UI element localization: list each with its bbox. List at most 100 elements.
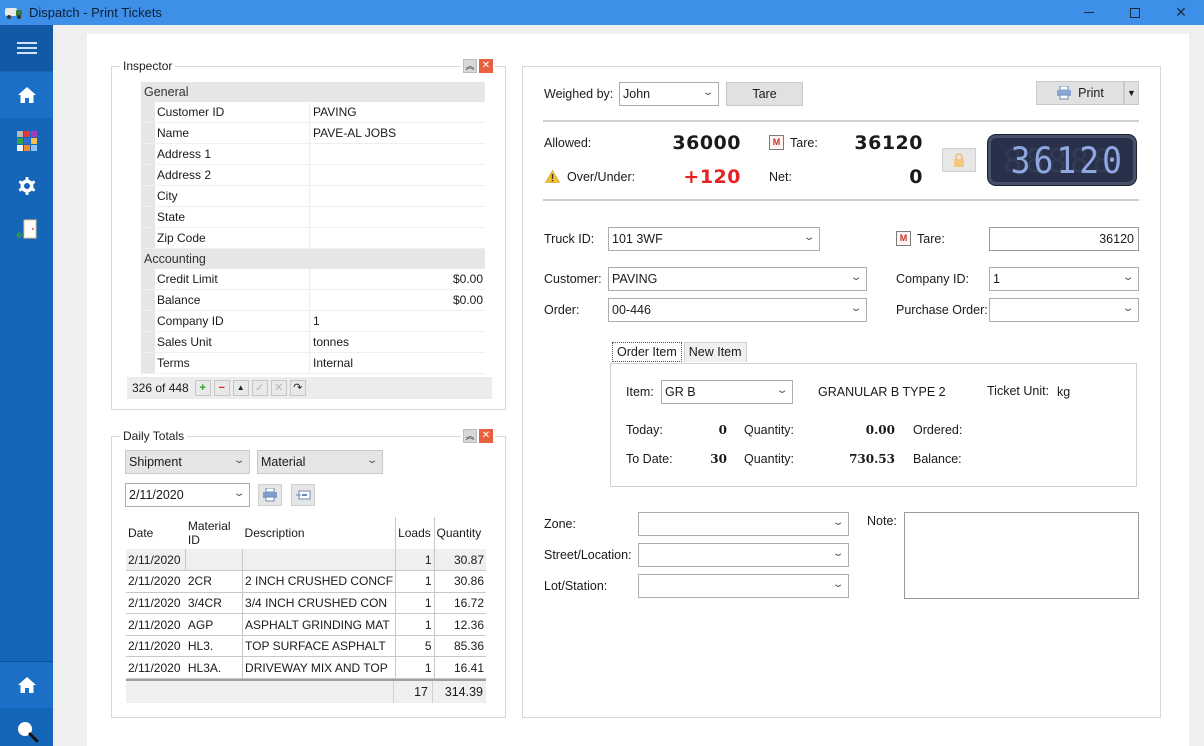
order-select[interactable]: 00-446 ⌄ <box>608 298 867 322</box>
property-value[interactable] <box>310 144 485 164</box>
total-loads: 17 <box>393 681 432 703</box>
tare-button[interactable]: Tare <box>726 82 803 106</box>
property-value[interactable]: tonnes <box>310 332 485 352</box>
delete-record-button[interactable]: − <box>213 380 230 396</box>
table-row[interactable]: 2/11/2020 HL3. TOP SURFACE ASPHALT 5 85.36 <box>126 635 486 658</box>
save-record-button[interactable]: ✓ <box>251 380 268 396</box>
sidebar-item-menu[interactable] <box>0 25 53 71</box>
to-date-quantity-value: 730.53 <box>849 452 895 466</box>
cancel-record-button[interactable]: ✕ <box>270 380 287 396</box>
refresh-record-button[interactable]: ↷ <box>289 380 306 396</box>
table-row[interactable]: 2/11/2020 1 30.87 <box>126 549 486 572</box>
property-value[interactable]: 1 <box>310 311 485 331</box>
inspector-collapse-button[interactable]: ︽ <box>463 59 477 73</box>
property-row[interactable]: Terms Internal <box>141 353 485 374</box>
ordered-label: Ordered: <box>913 423 963 437</box>
sidebar-item-home[interactable] <box>0 72 53 118</box>
lock-button[interactable] <box>942 148 976 172</box>
column-header-description[interactable]: Description <box>243 517 396 549</box>
color-grid-icon <box>16 131 37 151</box>
lot-station-select[interactable]: ⌄ <box>638 574 849 598</box>
item-select[interactable]: GR B ⌄ <box>661 380 793 404</box>
customer-label: Customer: <box>544 272 602 286</box>
property-row[interactable]: Address 1 <box>141 144 485 165</box>
edit-record-button[interactable]: ▲ <box>232 380 249 396</box>
column-header-quantity[interactable]: Quantity <box>434 517 486 549</box>
sidebar-item-settings[interactable] <box>0 163 53 209</box>
truck-id-select[interactable]: 101 3WF ⌄ <box>608 227 820 251</box>
ticket-unit-value: kg <box>1057 385 1071 399</box>
customer-select[interactable]: PAVING ⌄ <box>608 267 867 291</box>
tab-new-item[interactable]: New Item <box>683 342 747 362</box>
export-totals-button[interactable] <box>291 484 315 506</box>
property-grid: General Customer ID PAVING Name PAVE-AL JO… <box>141 82 485 374</box>
scale-reading: 36120 <box>1010 138 1125 182</box>
category-general[interactable]: General <box>141 82 485 102</box>
property-row[interactable]: Balance $0.00 <box>141 290 485 311</box>
column-header-loads[interactable]: Loads <box>395 517 435 549</box>
daily-totals-close-button[interactable]: ✕ <box>479 429 493 443</box>
property-key: Credit Limit <box>155 269 310 289</box>
sidebar-item-exit[interactable] <box>0 207 53 253</box>
close-button[interactable]: ✕ <box>1158 0 1204 25</box>
property-row[interactable]: Customer ID PAVING <box>141 102 485 123</box>
property-row[interactable]: Address 2 <box>141 165 485 186</box>
property-value[interactable]: $0.00 <box>310 269 485 289</box>
table-row[interactable]: 2/11/2020 2CR 2 INCH CRUSHED CONCF 1 30.86 <box>126 570 486 593</box>
ticket-unit-label: Ticket Unit: <box>987 384 1050 398</box>
group-by-select[interactable]: Shipment ⌄ <box>125 450 250 474</box>
property-row[interactable]: State <box>141 207 485 228</box>
property-value[interactable]: PAVING <box>310 102 485 122</box>
chevron-down-icon: ⌄ <box>1121 303 1135 314</box>
table-row[interactable]: 2/11/2020 3/4CR 3/4 INCH CRUSHED CON 1 16.72 <box>126 592 486 615</box>
total-quantity: 314.39 <box>432 681 486 703</box>
table-row[interactable]: 2/11/2020 HL3A. DRIVEWAY MIX AND TOP 1 16.41 <box>126 656 486 680</box>
print-button[interactable]: Print <box>1036 81 1124 105</box>
sidebar-item-search[interactable] <box>0 708 53 746</box>
company-id-select[interactable]: 1 ⌄ <box>989 267 1139 291</box>
property-value[interactable]: Internal <box>310 353 485 373</box>
zone-select[interactable]: ⌄ <box>638 512 849 536</box>
property-value[interactable]: $0.00 <box>310 290 485 310</box>
property-row[interactable]: Company ID 1 <box>141 311 485 332</box>
tab-order-item[interactable]: Order Item <box>612 342 682 362</box>
property-value[interactable] <box>310 228 485 248</box>
inspector-close-button[interactable]: ✕ <box>479 59 493 73</box>
property-row[interactable]: Sales Unit tonnes <box>141 332 485 353</box>
minimize-button[interactable] <box>1066 0 1112 25</box>
chevron-down-icon: ⌄ <box>232 455 246 466</box>
date-picker[interactable]: 2/11/2020 ⌄ <box>125 483 250 507</box>
street-location-select[interactable]: ⌄ <box>638 543 849 567</box>
truck-tare-input[interactable]: 36120 <box>989 227 1139 251</box>
property-row[interactable]: Name PAVE-AL JOBS <box>141 123 485 144</box>
property-value[interactable] <box>310 186 485 206</box>
chevron-down-icon: ⌄ <box>831 548 845 559</box>
category-accounting[interactable]: Accounting <box>141 249 485 269</box>
table-header-row: Date Material ID Description Loads Quant… <box>126 517 486 549</box>
cell-quantity: 30.86 <box>434 570 486 593</box>
table-row[interactable]: 2/11/2020 AGP ASPHALT GRINDING MAT 1 12.36 <box>126 613 486 636</box>
property-row[interactable]: Credit Limit $0.00 <box>141 269 485 290</box>
sidebar-item-apps[interactable] <box>0 118 53 164</box>
type-select[interactable]: Material ⌄ <box>257 450 383 474</box>
maximize-button[interactable] <box>1112 0 1158 25</box>
print-options-dropdown[interactable]: ▼ <box>1124 81 1139 105</box>
property-value[interactable] <box>310 165 485 185</box>
inspector-title: Inspector <box>120 59 176 73</box>
property-row[interactable]: City <box>141 186 485 207</box>
print-totals-button[interactable] <box>258 484 282 506</box>
daily-totals-collapse-button[interactable]: ︽ <box>463 429 477 443</box>
today-value: 0 <box>718 423 727 437</box>
add-record-button[interactable]: + <box>194 380 211 396</box>
column-header-material-id[interactable]: Material ID <box>186 517 243 549</box>
property-value[interactable]: PAVE-AL JOBS <box>310 123 485 143</box>
property-row[interactable]: Zip Code <box>141 228 485 249</box>
property-value[interactable] <box>310 207 485 227</box>
weighed-by-select[interactable]: John ⌄ <box>619 82 719 106</box>
cell-quantity: 85.36 <box>434 635 486 658</box>
column-header-date[interactable]: Date <box>126 517 186 549</box>
cell-loads: 1 <box>395 613 435 636</box>
purchase-order-select[interactable]: ⌄ <box>989 298 1139 322</box>
sidebar-item-home-bottom[interactable] <box>0 662 53 708</box>
note-textarea[interactable] <box>904 512 1139 599</box>
